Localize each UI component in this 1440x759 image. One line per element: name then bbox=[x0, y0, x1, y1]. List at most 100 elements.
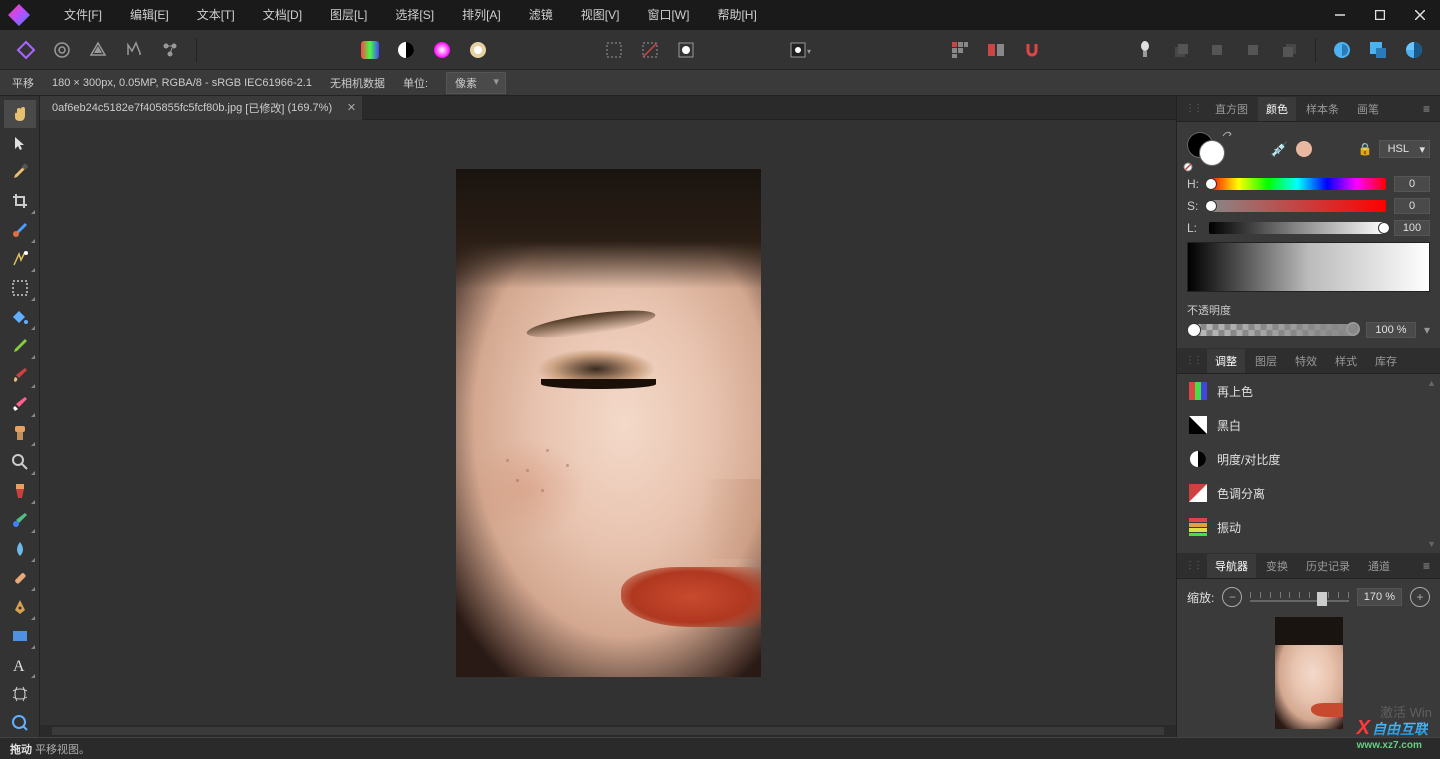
opacity-dropdown-icon[interactable]: ▾ bbox=[1424, 323, 1430, 337]
selection-brush-tool-icon[interactable] bbox=[4, 216, 36, 244]
no-color-icon[interactable] bbox=[1183, 162, 1193, 172]
crop-tool-icon[interactable] bbox=[4, 187, 36, 215]
menu-text[interactable]: 文本[T] bbox=[183, 0, 249, 30]
persona-develop-icon[interactable] bbox=[84, 36, 112, 64]
move-front-icon[interactable] bbox=[1167, 36, 1195, 64]
adjustment-posterize[interactable]: 色调分离 bbox=[1177, 476, 1440, 510]
tab-swatches[interactable]: 样本条 bbox=[1298, 97, 1347, 121]
move-back-icon[interactable] bbox=[1275, 36, 1303, 64]
panel-grip-icon[interactable]: ⋮⋮ bbox=[1185, 355, 1201, 366]
pan-tool-icon[interactable] bbox=[4, 100, 36, 128]
tab-brushes[interactable]: 画笔 bbox=[1349, 97, 1387, 121]
persona-export-icon[interactable] bbox=[156, 36, 184, 64]
menu-select[interactable]: 选择[S] bbox=[381, 0, 448, 30]
close-tab-icon[interactable]: ✕ bbox=[347, 101, 356, 114]
persona-liquify-icon[interactable] bbox=[48, 36, 76, 64]
foreground-background-swatch[interactable] bbox=[1187, 132, 1225, 166]
color-gradient-picker[interactable] bbox=[1187, 242, 1430, 292]
text-tool-icon[interactable]: A bbox=[4, 651, 36, 679]
add-shape-icon[interactable] bbox=[1328, 36, 1356, 64]
tab-history[interactable]: 历史记录 bbox=[1298, 554, 1358, 578]
lightness-value[interactable]: 100 bbox=[1394, 220, 1430, 236]
marquee-tool-icon[interactable] bbox=[4, 274, 36, 302]
paint-brush-tool-icon[interactable] bbox=[4, 361, 36, 389]
menu-filters[interactable]: 滤镜 bbox=[515, 0, 567, 30]
recent-color-swatch[interactable] bbox=[1296, 141, 1312, 157]
menu-layer[interactable]: 图层[L] bbox=[316, 0, 381, 30]
tab-navigator[interactable]: 导航器 bbox=[1207, 554, 1256, 578]
auto-levels-icon[interactable] bbox=[356, 36, 384, 64]
selection-show-icon[interactable] bbox=[600, 36, 628, 64]
auto-contrast-icon[interactable] bbox=[392, 36, 420, 64]
panel-grip-icon[interactable]: ⋮⋮ bbox=[1185, 560, 1201, 571]
lightness-slider[interactable] bbox=[1209, 222, 1386, 234]
zoom-out-button[interactable]: − bbox=[1222, 587, 1242, 607]
menu-help[interactable]: 帮助[H] bbox=[703, 0, 770, 30]
panel-grip-icon[interactable]: ⋮⋮ bbox=[1185, 103, 1201, 114]
adjustment-bw[interactable]: 黑白 bbox=[1177, 408, 1440, 442]
scroll-up-icon[interactable]: ▲ bbox=[1427, 378, 1436, 388]
menu-view[interactable]: 视图[V] bbox=[567, 0, 634, 30]
gradient-tool-icon[interactable] bbox=[4, 332, 36, 360]
pen-tool-icon[interactable] bbox=[4, 593, 36, 621]
quick-mask-icon[interactable] bbox=[672, 36, 700, 64]
tab-transform[interactable]: 变换 bbox=[1258, 554, 1296, 578]
flood-fill-tool-icon[interactable] bbox=[4, 303, 36, 331]
tab-stock[interactable]: 库存 bbox=[1367, 349, 1405, 373]
opacity-value[interactable]: 100 % bbox=[1366, 322, 1416, 338]
menu-window[interactable]: 窗口[W] bbox=[633, 0, 703, 30]
tab-adjustments[interactable]: 调整 bbox=[1207, 349, 1245, 373]
tab-effects[interactable]: 特效 bbox=[1287, 349, 1325, 373]
tab-styles[interactable]: 样式 bbox=[1327, 349, 1365, 373]
zoom-slider[interactable] bbox=[1250, 592, 1348, 602]
zoom-in-button[interactable]: + bbox=[1410, 587, 1430, 607]
lock-icon[interactable]: 🔒 bbox=[1358, 142, 1373, 156]
zoom-value[interactable]: 170 % bbox=[1357, 588, 1402, 606]
move-tool-icon[interactable] bbox=[4, 129, 36, 157]
menu-edit[interactable]: 编辑[E] bbox=[116, 0, 183, 30]
inpaint-tool-icon[interactable] bbox=[4, 477, 36, 505]
adjustment-vibrance[interactable]: 振动 bbox=[1177, 510, 1440, 544]
clone-brush-tool-icon[interactable] bbox=[4, 419, 36, 447]
foreground-color-swatch[interactable] bbox=[1199, 140, 1225, 166]
canvas-viewport[interactable] bbox=[40, 120, 1176, 725]
color-mode-dropdown[interactable]: HSL bbox=[1379, 140, 1430, 158]
menu-arrange[interactable]: 排列[A] bbox=[448, 0, 515, 30]
intersect-icon[interactable] bbox=[1364, 36, 1392, 64]
saturation-value[interactable]: 0 bbox=[1394, 198, 1430, 214]
minimize-button[interactable] bbox=[1320, 0, 1360, 30]
horizontal-scrollbar[interactable] bbox=[40, 725, 1176, 737]
color-picker-tool-icon[interactable] bbox=[4, 158, 36, 186]
menu-document[interactable]: 文档[D] bbox=[249, 0, 316, 30]
scroll-down-icon[interactable]: ▼ bbox=[1427, 539, 1436, 549]
mesh-tool-icon[interactable] bbox=[4, 680, 36, 708]
tab-histogram[interactable]: 直方图 bbox=[1207, 97, 1256, 121]
persona-photo-icon[interactable] bbox=[12, 36, 40, 64]
saturation-slider[interactable] bbox=[1209, 200, 1386, 212]
menu-file[interactable]: 文件[F] bbox=[50, 0, 116, 30]
panel-menu-icon[interactable]: ≡ bbox=[1417, 559, 1436, 573]
subtract-icon[interactable] bbox=[1400, 36, 1428, 64]
tab-color[interactable]: 颜色 bbox=[1258, 97, 1296, 121]
color-replace-tool-icon[interactable] bbox=[4, 506, 36, 534]
navigator-thumbnail[interactable] bbox=[1275, 617, 1343, 729]
panel-menu-icon[interactable]: ≡ bbox=[1417, 102, 1436, 116]
crop-mode-icon[interactable]: ▾ bbox=[786, 36, 814, 64]
auto-select-tool-icon[interactable] bbox=[4, 245, 36, 273]
swap-colors-icon[interactable] bbox=[1221, 128, 1233, 140]
adjustment-recolor[interactable]: 再上色 bbox=[1177, 374, 1440, 408]
auto-colors-icon[interactable] bbox=[428, 36, 456, 64]
tab-layers[interactable]: 图层 bbox=[1247, 349, 1285, 373]
auto-wb-icon[interactable] bbox=[464, 36, 492, 64]
grid-icon[interactable] bbox=[946, 36, 974, 64]
opacity-slider[interactable] bbox=[1187, 324, 1358, 336]
close-button[interactable] bbox=[1400, 0, 1440, 30]
persona-tone-icon[interactable] bbox=[120, 36, 148, 64]
move-backward-icon[interactable] bbox=[1239, 36, 1267, 64]
blur-tool-icon[interactable] bbox=[4, 535, 36, 563]
eyedropper-icon[interactable]: 💉 bbox=[1271, 141, 1288, 158]
hue-slider[interactable] bbox=[1209, 178, 1386, 190]
document-tab[interactable]: 0af6eb24c5182e7f405855fc5fcf80b.jpg [已修改… bbox=[40, 96, 362, 120]
rectangle-tool-icon[interactable] bbox=[4, 622, 36, 650]
maximize-button[interactable] bbox=[1360, 0, 1400, 30]
